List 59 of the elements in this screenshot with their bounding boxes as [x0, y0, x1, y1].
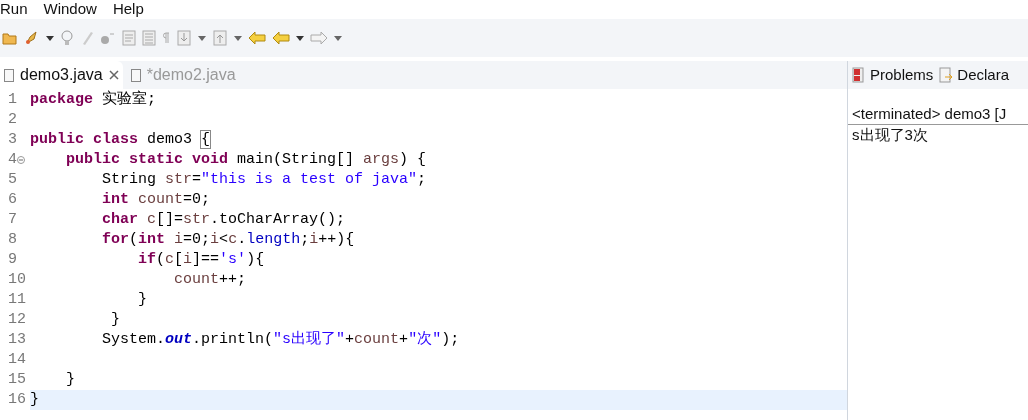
line-number: 3: [8, 129, 17, 150]
code-line: }: [110, 309, 120, 330]
editor-tab[interactable]: demo3.java: [0, 61, 123, 89]
download-icon[interactable]: [176, 30, 192, 46]
line-number: 8: [8, 229, 17, 250]
line-number: 9: [8, 249, 17, 270]
code-line: if(c[i]=='s'){: [137, 249, 265, 270]
line-number: 15: [8, 369, 26, 390]
code-line: }: [30, 389, 39, 410]
line-number: 14: [8, 349, 26, 370]
close-icon[interactable]: [108, 70, 119, 80]
code-line: }: [137, 289, 148, 310]
line-number: 6: [8, 189, 17, 210]
caret-icon[interactable]: [296, 35, 304, 41]
code-line: int count=0;: [101, 189, 211, 210]
code-line: public class demo3 {: [30, 129, 211, 150]
caret-icon[interactable]: [234, 35, 242, 41]
code-line: String str="this is a test of java";: [101, 169, 427, 190]
back-arrow-icon[interactable]: [248, 31, 266, 45]
menu-item[interactable]: Window: [43, 1, 97, 16]
fold-icon[interactable]: [17, 156, 25, 164]
code-line: package 实验室;: [30, 89, 157, 110]
line-number: 11: [8, 289, 26, 310]
file-icon: [4, 68, 14, 82]
line-number: 4: [8, 149, 17, 170]
upload-icon[interactable]: [212, 30, 228, 46]
line-number: 1: [8, 89, 17, 110]
forward-arrow-icon[interactable]: [310, 31, 328, 45]
document-icon[interactable]: [142, 30, 156, 46]
line-number: 5: [8, 169, 17, 190]
file-icon: [130, 68, 141, 82]
line-number: 13: [8, 329, 26, 350]
code-line: System.out.println("s出现了"+count+"次");: [101, 329, 460, 350]
declaration-icon: [939, 67, 954, 83]
pilcrow-icon[interactable]: [162, 32, 170, 44]
document-icon[interactable]: [122, 30, 136, 46]
code-line: for(int i=0;i<c.length;i++){: [101, 229, 355, 250]
code-line: }: [65, 369, 75, 390]
line-number: 10: [8, 269, 26, 290]
line-number: 7: [8, 209, 17, 230]
bulb-icon[interactable]: [60, 30, 74, 46]
caret-icon[interactable]: [46, 35, 54, 41]
line-number: 12: [8, 309, 26, 330]
line-number: 16: [8, 389, 26, 410]
line-number: 2: [8, 109, 17, 130]
caret-icon[interactable]: [198, 35, 206, 41]
code-line: public static void main(String[] args) {: [65, 149, 427, 170]
view-tab[interactable]: Declara: [939, 63, 1010, 87]
code-line: count++;: [173, 269, 247, 290]
console-output: s出现了3次: [851, 125, 929, 145]
console-header: <terminated> demo3 [J: [848, 105, 1028, 125]
code-line: char c[]=str.toCharArray();: [101, 209, 346, 230]
menu-item[interactable]: Run: [0, 1, 28, 16]
view-tab[interactable]: Problems: [852, 63, 934, 87]
menu-item[interactable]: Help: [112, 1, 144, 16]
folder-icon[interactable]: [2, 31, 18, 45]
caret-icon[interactable]: [334, 35, 342, 41]
problems-icon: [852, 67, 866, 83]
back-arrow-icon[interactable]: [272, 31, 290, 45]
